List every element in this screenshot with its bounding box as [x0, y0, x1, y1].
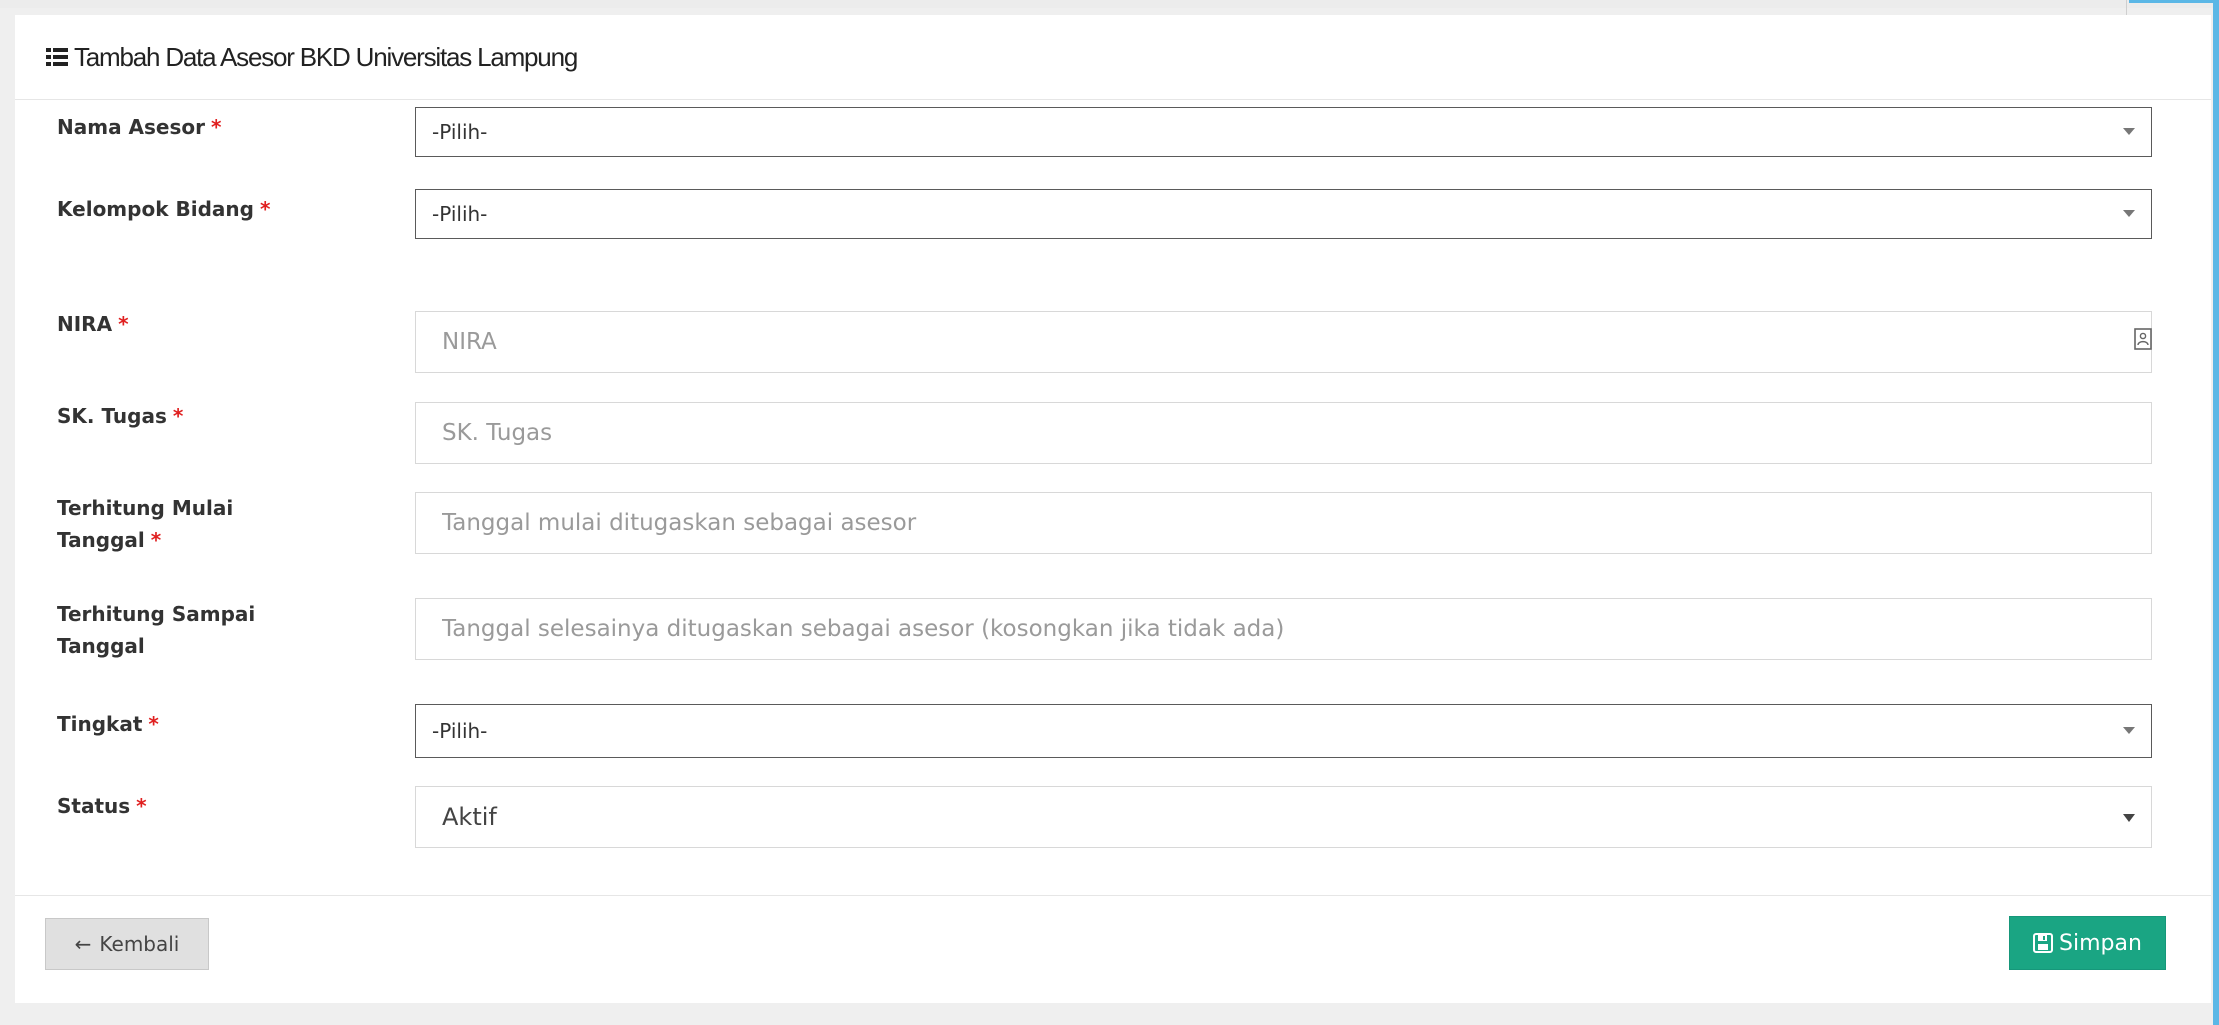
nama-asesor-select[interactable]: -Pilih- [415, 107, 2152, 157]
required-asterisk: * [259, 197, 271, 221]
scrollbar[interactable] [2213, 0, 2219, 1025]
select-value: -Pilih- [432, 719, 488, 743]
label-line-2: Tanggal [57, 634, 145, 658]
top-right-accent [2129, 0, 2219, 3]
label-line-2: Tanggal [57, 528, 145, 552]
label-terhitung-sampai: Terhitung Sampai Tanggal [57, 598, 317, 662]
label-kelompok-bidang: Kelompok Bidang * [57, 193, 270, 225]
label-nama-asesor: Nama Asesor * [57, 111, 221, 143]
label-line-1: Terhitung Sampai [57, 602, 256, 626]
status-select[interactable]: Aktif [415, 786, 2152, 848]
nira-input[interactable] [415, 311, 2152, 373]
save-label: Simpan [2059, 930, 2142, 956]
required-asterisk: * [211, 115, 222, 139]
label-tingkat: Tingkat * [57, 708, 159, 740]
label-text: NIRA [57, 312, 113, 336]
label-line-1: Terhitung Mulai [57, 496, 234, 520]
select-value: -Pilih- [432, 120, 488, 144]
form-panel: Tambah Data Asesor BKD Universitas Lampu… [15, 15, 2211, 1003]
page-title: Tambah Data Asesor BKD Universitas Lampu… [46, 41, 578, 73]
back-label: Kembali [99, 932, 180, 956]
caret-down-icon [2123, 727, 2135, 734]
label-text: SK. Tugas [57, 404, 167, 428]
required-asterisk: * [150, 528, 162, 552]
label-text: Tingkat [57, 712, 143, 736]
label-text: Kelompok Bidang [57, 197, 254, 221]
top-strip [0, 0, 2219, 8]
label-terhitung-mulai: Terhitung Mulai Tanggal * [57, 492, 317, 556]
select-value: Aktif [442, 803, 497, 831]
label-status: Status * [57, 790, 147, 822]
required-asterisk: * [136, 794, 147, 818]
save-button[interactable]: Simpan [2009, 916, 2166, 970]
label-text: Nama Asesor [57, 115, 205, 139]
label-sk-tugas: SK. Tugas * [57, 400, 183, 432]
floppy-disk-icon [2033, 933, 2054, 953]
caret-down-icon [2123, 210, 2135, 217]
required-asterisk: * [172, 404, 184, 428]
tanggal-mulai-input[interactable] [415, 492, 2152, 554]
select-value: -Pilih- [432, 202, 488, 226]
caret-down-icon [2123, 814, 2135, 822]
panel-footer: ← Kembali Simpan [15, 895, 2211, 1004]
caret-down-icon [2123, 128, 2135, 135]
top-right-divider [2126, 0, 2127, 16]
list-icon [46, 48, 68, 66]
arrow-left-icon: ← [74, 932, 92, 956]
kelompok-bidang-select[interactable]: -Pilih- [415, 189, 2152, 239]
page-title-text: Tambah Data Asesor BKD Universitas Lampu… [74, 41, 578, 72]
label-text: Status [57, 794, 131, 818]
id-card-icon [2134, 328, 2152, 350]
required-asterisk: * [118, 312, 129, 336]
sk-tugas-input[interactable] [415, 402, 2152, 464]
tanggal-sampai-input[interactable] [415, 598, 2152, 660]
required-asterisk: * [148, 712, 159, 736]
tingkat-select[interactable]: -Pilih- [415, 704, 2152, 758]
label-nira: NIRA * [57, 308, 129, 340]
panel-header: Tambah Data Asesor BKD Universitas Lampu… [15, 15, 2211, 100]
back-button[interactable]: ← Kembali [45, 918, 209, 970]
